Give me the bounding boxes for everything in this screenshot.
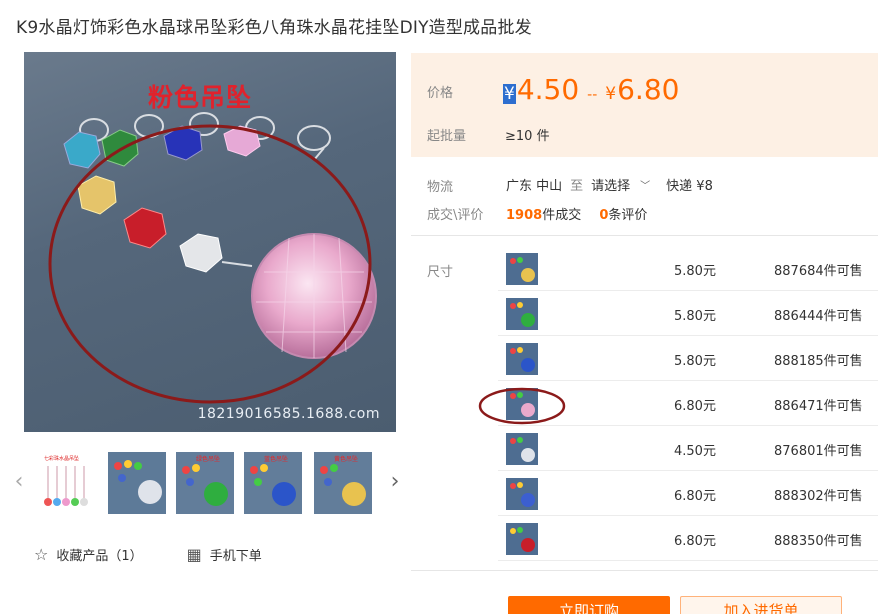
currency-symbol: ¥: [503, 84, 516, 104]
sku-row[interactable]: 6.80元 888302件可售: [498, 471, 878, 516]
sku-price: 6.80元: [674, 399, 716, 414]
sku-price: 4.50元: [674, 444, 716, 459]
image-watermark: 18219016585.1688.com: [197, 406, 380, 422]
sku-price: 6.80元: [674, 489, 716, 504]
sku-row[interactable]: 5.80元 887684件可售: [498, 246, 878, 291]
chevron-down-icon: ﹀: [640, 181, 651, 192]
svg-text:七彩珠水晶吊坠: 七彩珠水晶吊坠: [44, 455, 79, 462]
favorite-button[interactable]: ☆ 收藏产品（1）: [34, 545, 143, 564]
thumbnail-strip: ‹ 七彩珠水晶吊坠 绿色吊坠 蓝色吊坠 黄色吊坠 ›: [12, 452, 402, 514]
deals-count: 1908: [506, 208, 543, 223]
sku-label: 尺寸: [427, 265, 454, 280]
price-panel: 价格 ¥ 4.50 -- ¥ 6.80 起批量 ≥10 件: [411, 53, 878, 157]
star-icon: ☆: [34, 545, 49, 564]
trade-stats: 1908件成交 0条评价: [506, 204, 647, 223]
sku-stock: 888302件可售: [774, 489, 863, 504]
sku-row[interactable]: 5.80元 888185件可售: [498, 336, 878, 381]
qrcode-icon: ▦: [186, 545, 202, 564]
sku-thumbnail[interactable]: [506, 343, 538, 375]
sku-stock: 876801件可售: [774, 444, 863, 459]
logistics-row: 广东 中山 至 请选择 ﹀ 快递 ¥8: [506, 175, 713, 194]
express-fee: 快递 ¥8: [666, 179, 713, 194]
reviews-suffix[interactable]: 条评价: [608, 208, 647, 223]
thumbnail-3[interactable]: 绿色吊坠: [176, 452, 234, 514]
thumbnail-4[interactable]: 蓝色吊坠: [244, 452, 302, 514]
min-qty-label: 起批量: [427, 129, 467, 144]
sku-thumbnail[interactable]: [506, 433, 538, 465]
buy-now-button[interactable]: 立即订购: [508, 596, 670, 614]
mobile-order-label: 手机下单: [209, 549, 262, 564]
sku-row[interactable]: 4.50元 876801件可售: [498, 426, 878, 471]
thumbnail-2[interactable]: [108, 452, 166, 514]
sku-stock: 888350件可售: [774, 534, 863, 549]
logistics-label: 物流: [427, 180, 454, 195]
sku-price: 5.80元: [674, 264, 716, 279]
sku-row[interactable]: 5.80元 886444件可售: [498, 291, 878, 336]
sku-stock: 886444件可售: [774, 309, 863, 324]
divider: [411, 570, 878, 571]
price-separator: --: [587, 87, 598, 103]
sku-annotation-circle: [478, 387, 566, 425]
sku-stock: 886471件可售: [774, 399, 863, 414]
svg-text:绿色吊坠: 绿色吊坠: [196, 455, 220, 463]
add-to-cart-button[interactable]: 加入进货单: [680, 596, 842, 614]
price-label: 价格: [427, 86, 454, 101]
main-product-image[interactable]: 粉色吊坠 18219016585.1688.com: [24, 52, 396, 432]
destination-value: 请选择: [591, 179, 631, 194]
sku-price: 6.80元: [674, 534, 716, 549]
product-title: K9水晶灯饰彩色水晶球吊坠彩色八角珠水晶花挂坠DIY造型成品批发: [16, 18, 532, 38]
thumbnail-5[interactable]: 黄色吊坠: [314, 452, 372, 514]
price-low: 4.50: [516, 73, 580, 106]
mobile-order-button[interactable]: ▦ 手机下单: [187, 545, 262, 564]
thumbnail-1[interactable]: 七彩珠水晶吊坠: [40, 452, 98, 514]
sku-price: 5.80元: [674, 354, 716, 369]
sku-thumbnail[interactable]: [506, 523, 538, 555]
svg-text:黄色吊坠: 黄色吊坠: [334, 455, 358, 463]
image-caption: 粉色吊坠: [148, 83, 253, 112]
price-range: ¥ 4.50 -- ¥ 6.80: [503, 73, 679, 106]
sku-stock: 888185件可售: [774, 354, 863, 369]
product-actions: ☆ 收藏产品（1） ▦ 手机下单: [34, 545, 306, 564]
sku-thumbnail[interactable]: [506, 478, 538, 510]
destination-select[interactable]: 请选择 ﹀: [591, 175, 650, 194]
price-high: 6.80: [617, 73, 680, 106]
trade-label: 成交\评价: [427, 208, 484, 223]
divider: [411, 235, 878, 236]
logistics-to: 至: [570, 179, 584, 194]
deals-suffix: 件成交: [542, 208, 582, 223]
favorite-label: 收藏产品（1）: [56, 549, 143, 564]
svg-text:蓝色吊坠: 蓝色吊坠: [264, 455, 288, 463]
sku-stock: 887684件可售: [774, 264, 863, 279]
sku-thumbnail[interactable]: [506, 253, 538, 285]
currency-symbol-2: ¥: [605, 84, 617, 104]
min-qty-value: ≥10 件: [505, 129, 550, 144]
logistics-origin: 广东 中山: [506, 179, 563, 194]
sku-thumbnail[interactable]: [506, 298, 538, 330]
sku-price: 5.80元: [674, 309, 716, 324]
sku-row[interactable]: 6.80元 888350件可售: [498, 516, 878, 561]
thumbnail-next-arrow-icon[interactable]: ›: [388, 470, 402, 494]
thumbnail-prev-arrow-icon[interactable]: ‹: [12, 470, 26, 494]
